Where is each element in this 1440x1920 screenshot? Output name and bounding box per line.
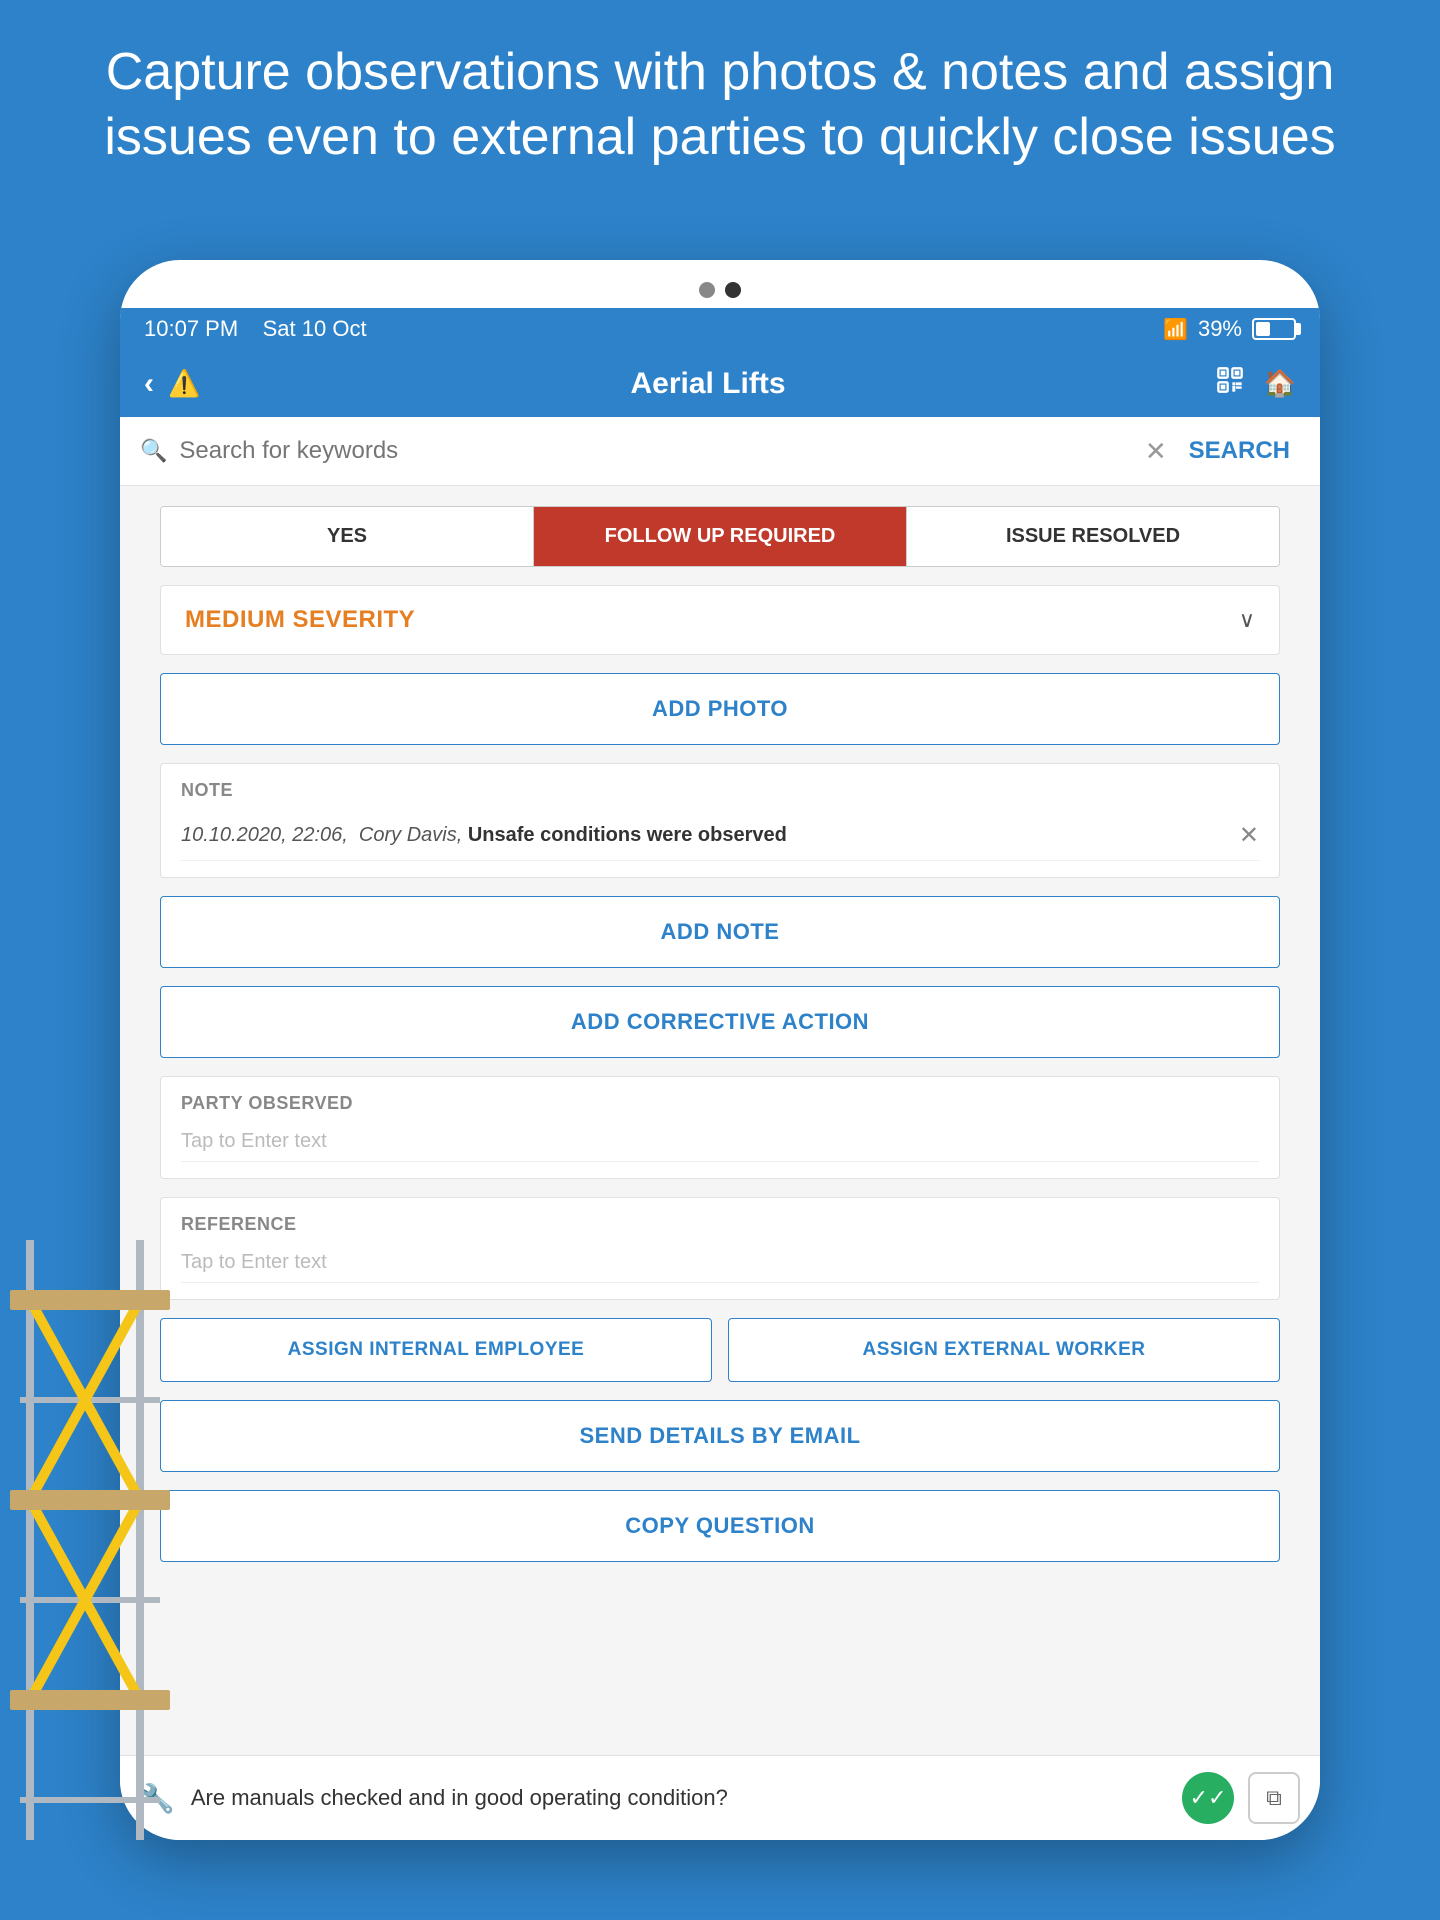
- clear-search-icon[interactable]: ✕: [1145, 436, 1167, 467]
- header-text: Capture observations with photos & notes…: [0, 40, 1440, 170]
- tab-yes[interactable]: YES: [161, 507, 534, 566]
- reference-input[interactable]: Tap to Enter text: [181, 1243, 1259, 1283]
- bottom-icon: 🔧: [140, 1782, 175, 1815]
- tabs-row: YES FOLLOW UP REQUIRED ISSUE RESOLVED: [160, 506, 1280, 567]
- search-icon: 🔍: [140, 438, 167, 464]
- send-email-button[interactable]: SEND DETAILS BY EMAIL: [160, 1400, 1280, 1472]
- add-corrective-button[interactable]: ADD CORRECTIVE ACTION: [160, 986, 1280, 1058]
- search-bar[interactable]: 🔍 ✕ SEARCH: [120, 417, 1320, 486]
- note-label: NOTE: [181, 780, 1259, 801]
- nav-left: ‹ ⚠️: [144, 367, 200, 401]
- assign-row: ASSIGN INTERNAL EMPLOYEE ASSIGN EXTERNAL…: [160, 1318, 1280, 1382]
- bottom-actions: ✓✓ ⧉: [1182, 1772, 1300, 1824]
- note-section: NOTE 10.10.2020, 22:06, Cory Davis, Unsa…: [160, 763, 1280, 878]
- party-input[interactable]: Tap to Enter text: [181, 1122, 1259, 1162]
- dot-left: [699, 282, 715, 298]
- nav-bar: ‹ ⚠️ Aerial Lifts 🏠: [120, 350, 1320, 417]
- home-icon[interactable]: 🏠: [1264, 368, 1296, 399]
- content-area: YES FOLLOW UP REQUIRED ISSUE RESOLVED ME…: [120, 486, 1320, 1755]
- add-photo-button[interactable]: ADD PHOTO: [160, 673, 1280, 745]
- status-bar: 10:07 PM Sat 10 Oct 📶 39%: [120, 308, 1320, 350]
- note-entry: 10.10.2020, 22:06, Cory Davis, Unsafe co…: [181, 811, 1259, 861]
- check-button[interactable]: ✓✓: [1182, 1772, 1234, 1824]
- note-close-icon[interactable]: ✕: [1239, 821, 1259, 850]
- tablet-top-bar: [120, 260, 1320, 308]
- severity-row[interactable]: MEDIUM SEVERITY ∨: [160, 585, 1280, 655]
- status-time: 10:07 PM Sat 10 Oct: [144, 316, 367, 342]
- qr-icon[interactable]: [1216, 366, 1244, 401]
- nav-title: Aerial Lifts: [630, 367, 785, 401]
- copy-button[interactable]: ⧉: [1248, 1772, 1300, 1824]
- warning-icon[interactable]: ⚠️: [168, 368, 200, 399]
- battery-percent: 39%: [1198, 316, 1242, 342]
- assign-external-button[interactable]: ASSIGN EXTERNAL WORKER: [728, 1318, 1280, 1382]
- battery-tip: [1296, 323, 1301, 335]
- battery-fill: [1256, 322, 1270, 336]
- bottom-question-text: Are manuals checked and in good operatin…: [191, 1785, 1166, 1811]
- back-arrow-icon[interactable]: ‹: [144, 367, 154, 401]
- note-text: 10.10.2020, 22:06, Cory Davis, Unsafe co…: [181, 821, 1239, 849]
- assign-internal-button[interactable]: ASSIGN INTERNAL EMPLOYEE: [160, 1318, 712, 1382]
- reference-section: REFERENCE Tap to Enter text: [160, 1197, 1280, 1300]
- nav-right: 🏠: [1216, 366, 1296, 401]
- party-observed-section: PARTY OBSERVED Tap to Enter text: [160, 1076, 1280, 1179]
- severity-label: MEDIUM SEVERITY: [185, 606, 415, 634]
- copy-question-button[interactable]: COPY QUESTION: [160, 1490, 1280, 1562]
- add-note-button[interactable]: ADD NOTE: [160, 896, 1280, 968]
- battery-bar: [1252, 318, 1296, 340]
- tab-issue-resolved[interactable]: ISSUE RESOLVED: [907, 507, 1279, 566]
- search-button[interactable]: SEARCH: [1179, 433, 1300, 469]
- chevron-down-icon: ∨: [1239, 607, 1255, 633]
- dot-right: [725, 282, 741, 298]
- search-input[interactable]: [179, 437, 1132, 465]
- tablet-frame: 10:07 PM Sat 10 Oct 📶 39% ‹ ⚠️ Aerial Li…: [120, 260, 1320, 1840]
- status-right: 📶 39%: [1163, 316, 1296, 342]
- party-label: PARTY OBSERVED: [181, 1093, 1259, 1114]
- tab-follow-up[interactable]: FOLLOW UP REQUIRED: [534, 507, 907, 566]
- bottom-bar: 🔧 Are manuals checked and in good operat…: [120, 1755, 1320, 1840]
- reference-label: REFERENCE: [181, 1214, 1259, 1235]
- wifi-icon: 📶: [1163, 317, 1188, 342]
